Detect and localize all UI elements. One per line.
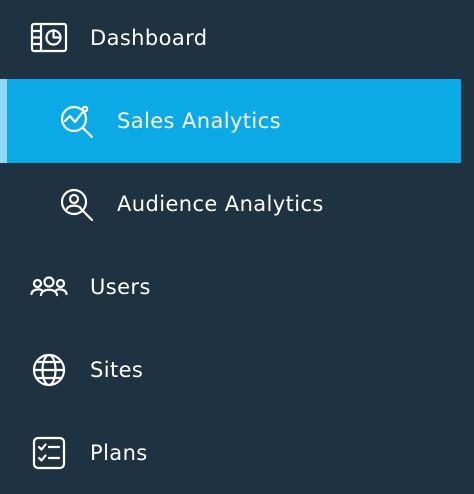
checklist-icon [30,434,68,472]
sidebar-item-label: Audience Analytics [117,191,324,216]
audience-analytics-icon [58,185,96,223]
sidebar-item-label: Plans [90,440,148,465]
sales-analytics-icon [58,102,96,140]
sidebar-item-sites[interactable]: Sites [0,328,474,411]
sidebar-item-sales-analytics[interactable]: Sales Analytics [0,79,474,163]
sidebar-item-audience-analytics[interactable]: Audience Analytics [0,162,474,245]
sidebar: Dashboard Sales Analytics Audience Analy… [0,0,474,483]
globe-icon [30,351,68,389]
sidebar-item-users[interactable]: Users [0,245,474,328]
sidebar-item-dashboard[interactable]: Dashboard [0,0,474,79]
sidebar-item-plans[interactable]: Plans [0,411,474,494]
users-icon [30,268,68,306]
sidebar-item-label: Sites [90,357,144,382]
sidebar-item-label: Sales Analytics [117,109,281,133]
sidebar-item-label: Dashboard [90,25,208,50]
sidebar-item-label: Users [90,274,151,299]
dashboard-icon [30,19,68,57]
